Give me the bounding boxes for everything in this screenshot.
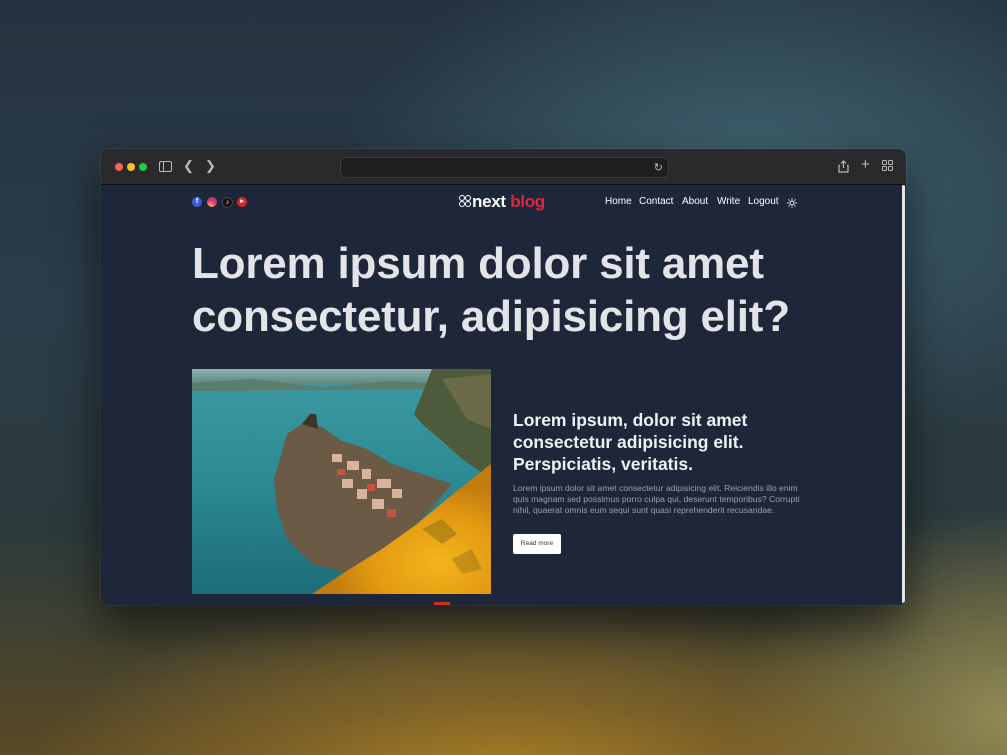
- sun-icon[interactable]: [787, 195, 797, 208]
- plus-icon[interactable]: +: [861, 157, 870, 172]
- featured-post-description: Lorem ipsum dolor sit amet consectetur a…: [513, 483, 800, 515]
- chevron-right-icon[interactable]: ❯: [205, 159, 216, 172]
- read-more-button[interactable]: Read more: [513, 534, 561, 554]
- nav-about[interactable]: About: [682, 196, 708, 207]
- tiktok-icon[interactable]: ♪: [222, 197, 233, 208]
- scrollbar[interactable]: [901, 185, 906, 605]
- close-window-button[interactable]: [115, 163, 123, 171]
- scrollbar-thumb[interactable]: [902, 185, 905, 603]
- logo-accent-text: blog: [510, 192, 545, 211]
- tab-overview-icon[interactable]: [882, 160, 893, 173]
- chevron-left-icon[interactable]: ❮: [183, 159, 194, 172]
- share-icon[interactable]: [838, 160, 849, 175]
- browser-toolbar: ❮ ❯ ↻ +: [101, 149, 906, 185]
- reload-icon[interactable]: ↻: [654, 161, 663, 174]
- site-logo[interactable]: next blog: [459, 192, 545, 212]
- nav-logout[interactable]: Logout: [748, 196, 779, 207]
- logo-mark-icon: [459, 195, 471, 207]
- featured-image[interactable]: [192, 369, 491, 594]
- minimize-window-button[interactable]: [127, 163, 135, 171]
- web-page: f ♪ ▸ next blog Home Contact About Write…: [101, 185, 901, 605]
- browser-window: ❮ ❯ ↻ + f ♪ ▸ next blog Home Contact Abo…: [101, 149, 906, 605]
- address-bar[interactable]: ↻: [340, 157, 669, 178]
- facebook-icon[interactable]: f: [192, 197, 202, 207]
- logo-text: next: [472, 192, 506, 211]
- youtube-icon[interactable]: ▸: [237, 197, 247, 207]
- featured-post-title[interactable]: Lorem ipsum, dolor sit amet consectetur …: [513, 409, 803, 475]
- instagram-icon[interactable]: [207, 197, 217, 207]
- sidebar-icon[interactable]: [159, 161, 172, 172]
- section-marker: [434, 602, 450, 605]
- maximize-window-button[interactable]: [139, 163, 147, 171]
- nav-contact[interactable]: Contact: [639, 196, 673, 207]
- hero-title: Lorem ipsum dolor sit amet consectetur, …: [192, 239, 790, 341]
- nav-home[interactable]: Home: [605, 196, 632, 207]
- nav-write[interactable]: Write: [717, 196, 740, 207]
